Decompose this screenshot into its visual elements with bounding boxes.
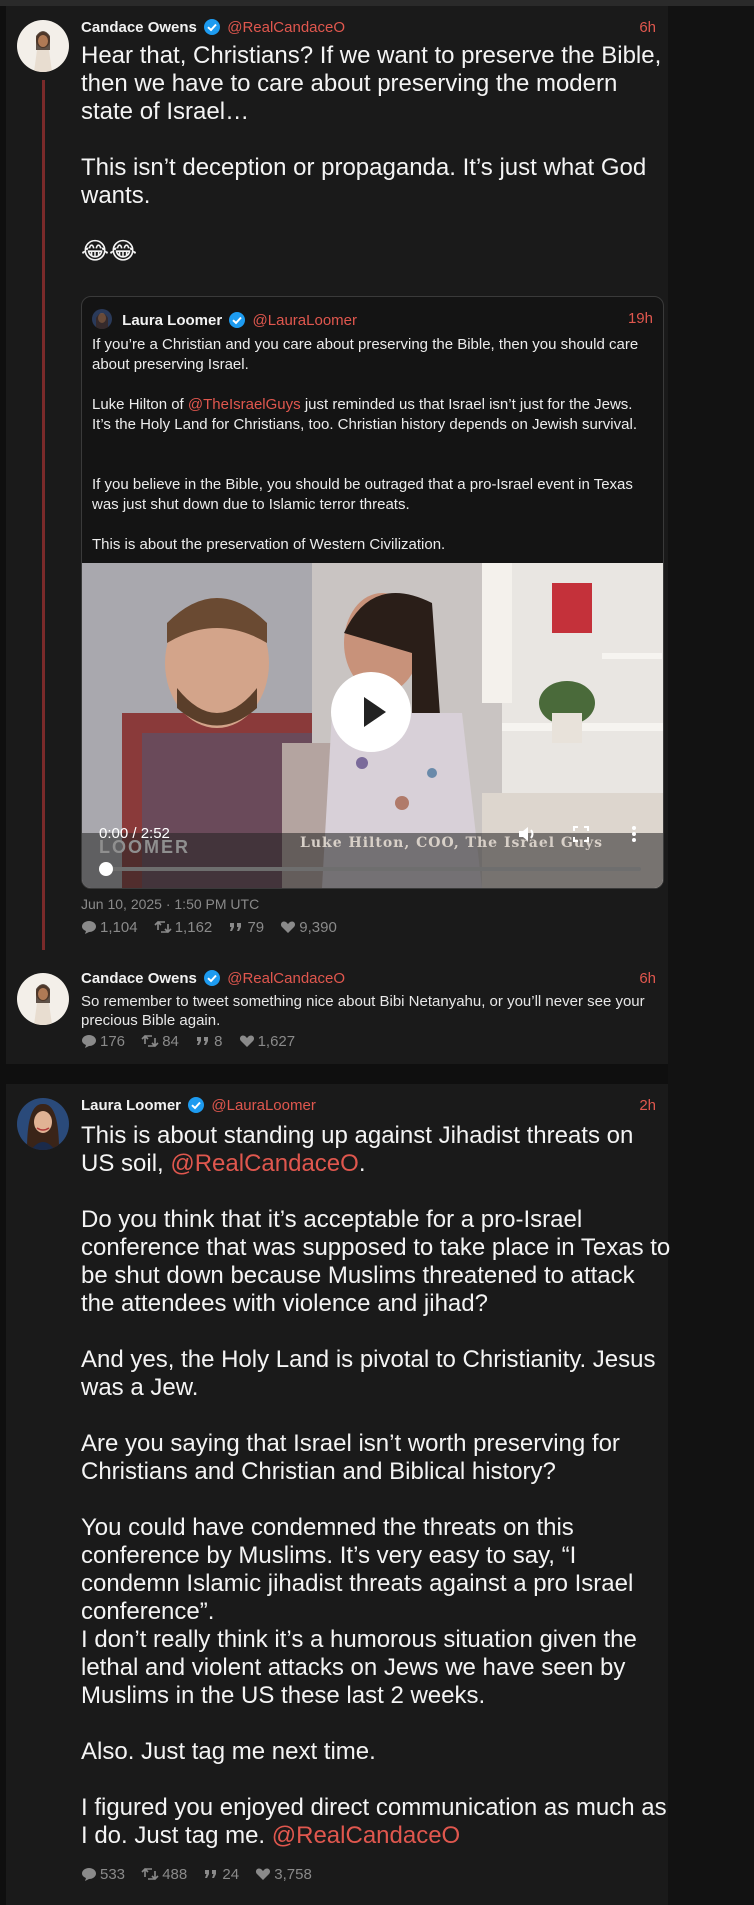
quote-paragraph-1: If you’re a Christian and you care about… (92, 336, 639, 373)
quote-icon (197, 1037, 209, 1045)
reply-card: Laura Loomer @LauraLoomer 2h This is abo… (6, 1084, 671, 1905)
tweet-stats: 533 488 24 3,758 (81, 1866, 324, 1886)
author-name[interactable]: Laura Loomer (81, 1097, 181, 1114)
play-icon[interactable] (331, 672, 411, 752)
reply-paragraph-5: You could have condemned the threats on … (81, 1514, 640, 1625)
mention-link[interactable]: @RealCandaceO (272, 1822, 460, 1849)
tweet-date[interactable]: Jun 10, 2025 · 1:50 PM UTC (81, 896, 259, 912)
tweet-header: Candace Owens @RealCandaceO 6h (81, 969, 656, 989)
reply-count-value: 1,104 (100, 919, 138, 936)
heart-icon (239, 1035, 254, 1047)
retweet-count-value: 488 (162, 1866, 188, 1883)
tweet-stats: 176 84 8 1,627 (81, 1033, 307, 1053)
quote-count[interactable]: 8 (195, 1033, 222, 1050)
author-handle[interactable]: @RealCandaceO (227, 970, 345, 987)
tweet-time[interactable]: 6h (639, 969, 656, 989)
like-count-value: 1,627 (257, 1033, 296, 1050)
comment-icon (82, 1868, 96, 1881)
thread-card: Candace Owens @RealCandaceO 6h Hear that… (6, 6, 668, 1064)
fullscreen-icon[interactable] (569, 822, 593, 846)
video-seekbar[interactable] (107, 867, 641, 871)
retweet-count-value: 1,162 (174, 919, 213, 936)
quote-author-name[interactable]: Laura Loomer (122, 312, 222, 329)
retweet-count-value: 84 (162, 1033, 179, 1050)
reply-text-segment: . (358, 1150, 366, 1177)
video-caption: Luke Hilton, COO, The Israel Guys (300, 835, 604, 851)
quote-count-value: 24 (222, 1866, 240, 1883)
quoted-tweet[interactable]: Laura Loomer @LauraLoomer 19h If you’re … (81, 296, 664, 889)
quote-count[interactable]: 24 (203, 1866, 239, 1883)
avatar-candace[interactable] (17, 973, 69, 1025)
quote-paragraph-2: Luke Hilton of @TheIsraelGuys just remin… (92, 395, 652, 435)
reply-paragraph-8: I figured you enjoyed direct communicati… (81, 1794, 671, 1850)
reply-paragraph-7: Also. Just tag me next time. (81, 1738, 376, 1765)
more-vertical-icon[interactable] (622, 822, 646, 846)
reply-paragraph-2: Do you think that it’s acceptable for a … (81, 1206, 671, 1317)
mention-link[interactable]: @RealCandaceO (170, 1150, 358, 1177)
verified-badge-icon (204, 970, 221, 986)
verified-badge-icon (229, 312, 246, 328)
comment-icon (82, 921, 96, 934)
reply-paragraph-1: This is about standing up against Jihadi… (81, 1122, 671, 1178)
quote-paragraph-4: This is about the preservation of Wester… (92, 536, 446, 553)
retweet-count[interactable]: 1,162 (154, 919, 213, 936)
quote-header: Laura Loomer @LauraLoomer 19h (92, 309, 653, 329)
tweet-header: Candace Owens @RealCandaceO 6h (81, 18, 656, 38)
tweet-text: Hear that, Christians? If we want to pre… (81, 42, 662, 265)
retweet-count[interactable]: 488 (141, 1866, 187, 1883)
verified-badge-icon (188, 1097, 205, 1113)
quote-icon (205, 1870, 217, 1878)
retweet-icon (141, 1034, 159, 1048)
right-panel (668, 6, 754, 1905)
author-handle[interactable]: @RealCandaceO (227, 19, 345, 36)
mention-link[interactable]: @TheIsraelGuys (188, 396, 301, 413)
video-seek-handle[interactable] (99, 862, 113, 876)
quote-count-value: 79 (247, 919, 265, 936)
reply-count-value: 533 (100, 1866, 126, 1883)
like-count[interactable]: 3,758 (255, 1866, 312, 1883)
reply-count[interactable]: 1,104 (81, 919, 138, 936)
like-count-value: 3,758 (274, 1866, 312, 1883)
tweet-header: Laura Loomer @LauraLoomer 2h (81, 1096, 656, 1116)
heart-icon (281, 921, 296, 933)
quote-count[interactable]: 79 (228, 919, 264, 936)
reply-paragraph-6: I don’t really think it’s a humorous sit… (81, 1626, 644, 1709)
reply-count[interactable]: 176 (81, 1033, 125, 1050)
avatar-loomer-small[interactable] (92, 309, 112, 329)
quote-icon (230, 923, 242, 931)
volume-icon[interactable] (515, 822, 539, 846)
reply-count[interactable]: 533 (81, 1866, 125, 1883)
author-name[interactable]: Candace Owens (81, 970, 197, 987)
tweet-time[interactable]: 6h (639, 18, 656, 38)
reply-paragraph-4: Are you saying that Israel isn’t worth p… (81, 1430, 627, 1485)
avatar-loomer[interactable] (17, 1098, 69, 1150)
author-name[interactable]: Candace Owens (81, 19, 197, 36)
video-player[interactable]: LOOMER Luke Hilton, COO, The Israel Guys… (82, 563, 663, 888)
like-count[interactable]: 9,390 (280, 919, 337, 936)
tweet-stats: 1,104 1,162 79 9,390 (81, 919, 349, 939)
tweet-text: So remember to tweet something nice abou… (81, 993, 649, 1029)
comment-icon (82, 1035, 96, 1048)
author-handle[interactable]: @LauraLoomer (211, 1097, 315, 1114)
quote-author-handle[interactable]: @LauraLoomer (253, 312, 357, 329)
video-time: 0:00 / 2:52 (99, 825, 170, 842)
tweet-time[interactable]: 2h (639, 1096, 656, 1116)
quote-paragraph-3: If you believe in the Bible, you should … (92, 476, 633, 513)
thread-line (42, 80, 45, 950)
verified-badge-icon (204, 19, 221, 35)
retweet-count[interactable]: 84 (141, 1033, 179, 1050)
avatar-candace[interactable] (17, 20, 69, 72)
heart-icon (256, 1868, 271, 1880)
quote-time[interactable]: 19h (628, 309, 653, 329)
quote-text-segment: Luke Hilton of (92, 396, 188, 413)
like-count-value: 9,390 (299, 919, 337, 936)
reply-paragraph-3: And yes, the Holy Land is pivotal to Chr… (81, 1346, 663, 1401)
retweet-icon (141, 1867, 159, 1881)
like-count[interactable]: 1,627 (239, 1033, 296, 1050)
quote-count-value: 8 (214, 1033, 223, 1050)
reply-count-value: 176 (100, 1033, 126, 1050)
retweet-icon (154, 920, 172, 934)
